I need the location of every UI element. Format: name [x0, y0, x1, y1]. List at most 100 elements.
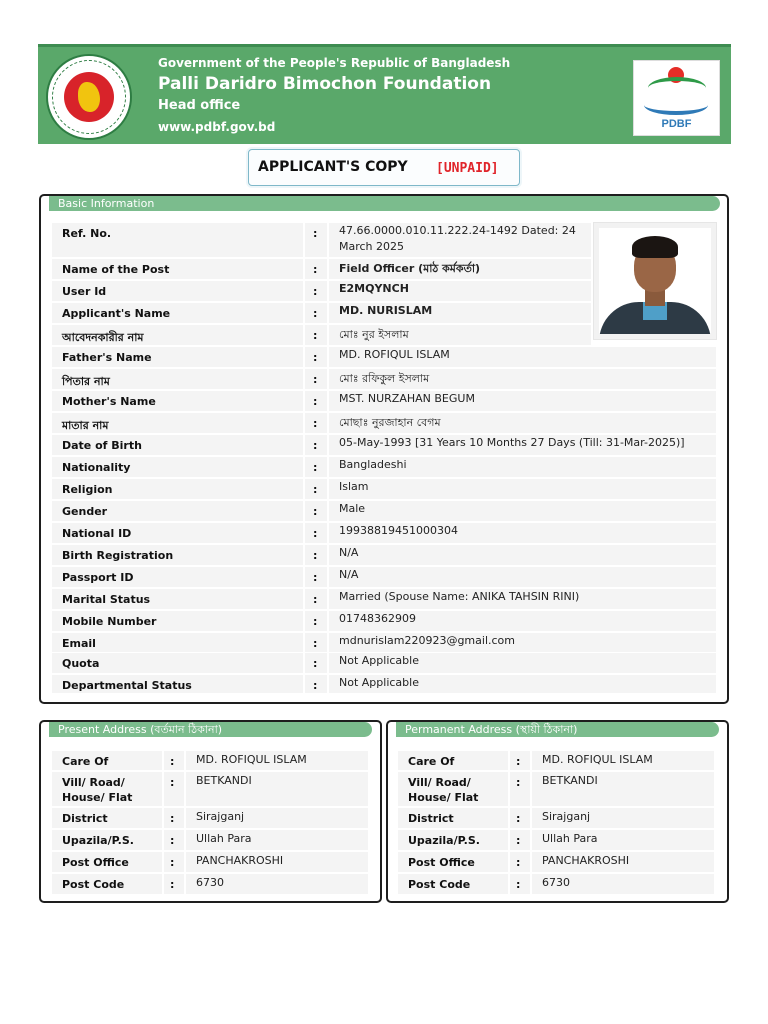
- info-row-colon: :: [313, 285, 318, 298]
- info-row-label: Date of Birth: [62, 439, 142, 452]
- info-row-value: মোছাঃ নুরজাহান বেগম: [339, 416, 441, 429]
- info-row-value-cell: [328, 566, 717, 588]
- info-row-label: Departmental Status: [62, 679, 192, 692]
- info-row-label: User Id: [62, 285, 107, 298]
- info-row-label: Birth Registration: [62, 549, 174, 562]
- info-row-colon: :: [313, 329, 318, 342]
- address-value: Ullah Para: [196, 832, 252, 845]
- info-row-label: National ID: [62, 527, 132, 540]
- address-value: 6730: [196, 876, 224, 889]
- info-row-colon: :: [313, 679, 318, 692]
- info-row-value: Islam: [339, 480, 369, 493]
- address-colon: :: [170, 812, 175, 825]
- address-colon: :: [516, 856, 521, 869]
- info-row-colon: :: [313, 657, 318, 670]
- info-row-value: MD. NURISLAM: [339, 304, 433, 317]
- address-colon: :: [516, 834, 521, 847]
- address-label-line2: House/ Flat: [408, 791, 479, 804]
- info-row-label: Father's Name: [62, 351, 152, 364]
- info-row-label: Name of the Post: [62, 263, 170, 276]
- address-colon: :: [516, 755, 521, 768]
- info-row-value: E2MQYNCH: [339, 282, 409, 295]
- website-link[interactable]: www.pdbf.gov.bd: [158, 120, 275, 134]
- info-row-value-line2: March 2025: [339, 240, 405, 253]
- address-colon: :: [170, 878, 175, 891]
- info-row-label: Quota: [62, 657, 100, 670]
- address-label: Upazila/P.S.: [62, 834, 134, 847]
- address-colon: :: [170, 755, 175, 768]
- permanent-address-title: Permanent Address (স্থায়ী ঠিকানা): [396, 722, 719, 737]
- info-row-value: 47.66.0000.010.11.222.24-1492 Dated: 24: [339, 224, 576, 237]
- pdbf-logo-icon: PDBF: [633, 60, 720, 136]
- applicant-photo: [593, 222, 717, 340]
- government-seal-icon: [46, 54, 132, 140]
- info-row-colon: :: [313, 351, 318, 364]
- info-row-value: mdnurislam220923@gmail.com: [339, 634, 515, 647]
- info-row-value: 01748362909: [339, 612, 416, 625]
- address-label: Care Of: [62, 755, 109, 768]
- info-row-colon: :: [313, 307, 318, 320]
- basic-information-title: Basic Information: [49, 196, 720, 211]
- info-row-value: Field Officer (মাঠ কর্মকর্তা): [339, 262, 481, 275]
- info-row-value: Not Applicable: [339, 676, 419, 689]
- address-label: Post Code: [62, 878, 125, 891]
- address-value: Sirajganj: [542, 810, 591, 823]
- info-row-colon: :: [313, 461, 318, 474]
- info-row-colon: :: [313, 571, 318, 584]
- info-row-label: Mobile Number: [62, 615, 157, 628]
- address-value: BETKANDI: [542, 774, 598, 787]
- info-row-label: Mother's Name: [62, 395, 156, 408]
- payment-status-badge: [UNPAID]: [436, 161, 499, 176]
- info-row-value: MD. ROFIQUL ISLAM: [339, 348, 450, 361]
- address-colon: :: [170, 856, 175, 869]
- photo-hair: [632, 236, 678, 258]
- info-row-value: MST. NURZAHAN BEGUM: [339, 392, 475, 405]
- info-row-value: মোঃ রফিকুল ইসলাম: [339, 372, 430, 385]
- info-row-colon: :: [313, 439, 318, 452]
- address-value: Ullah Para: [542, 832, 598, 845]
- info-row-value-cell: [328, 500, 717, 522]
- address-label: Upazila/P.S.: [408, 834, 480, 847]
- info-row-value-cell: [328, 478, 717, 500]
- address-colon: :: [516, 812, 521, 825]
- address-label: Post Office: [62, 856, 129, 869]
- applicant-copy-banner: APPLICANT'S COPY [UNPAID]: [248, 149, 520, 186]
- info-row-colon: :: [313, 417, 318, 430]
- info-row-colon: :: [313, 373, 318, 386]
- info-row-value: মোঃ নুর ইসলাম: [339, 328, 409, 341]
- info-row-colon: :: [313, 549, 318, 562]
- info-row-label: Email: [62, 637, 96, 650]
- address-label: District: [408, 812, 454, 825]
- address-label: Care Of: [408, 755, 455, 768]
- info-row-label: Nationality: [62, 461, 131, 474]
- government-title: Government of the People's Republic of B…: [158, 56, 511, 70]
- address-label: Post Code: [408, 878, 471, 891]
- address-value: 6730: [542, 876, 570, 889]
- info-row-label: Ref. No.: [62, 227, 112, 240]
- info-row-colon: :: [313, 505, 318, 518]
- info-row-colon: :: [313, 615, 318, 628]
- info-row-value: Not Applicable: [339, 654, 419, 667]
- info-row-label: Religion: [62, 483, 113, 496]
- info-row-value: Married (Spouse Name: ANIKA TAHSIN RINI): [339, 590, 580, 603]
- info-row-colon: :: [313, 637, 318, 650]
- address-value: MD. ROFIQUL ISLAM: [196, 753, 307, 766]
- address-label: Post Office: [408, 856, 475, 869]
- info-row-colon: :: [313, 483, 318, 496]
- info-row-value: 05-May-1993 [31 Years 10 Months 27 Days …: [339, 436, 685, 449]
- address-value: PANCHAKROSHI: [542, 854, 630, 867]
- copy-title: APPLICANT'S COPY: [258, 159, 408, 175]
- photo-frame: [599, 228, 711, 334]
- address-label: Vill/ Road/: [62, 776, 125, 789]
- address-colon: :: [516, 878, 521, 891]
- logo-text: PDBF: [661, 118, 692, 130]
- office-name: Head office: [158, 98, 241, 113]
- present-address-title: Present Address (বর্তমান ঠিকানা): [49, 722, 372, 737]
- info-row-value: 19938819451000304: [339, 524, 458, 537]
- address-label: Vill/ Road/: [408, 776, 471, 789]
- info-row-colon: :: [313, 263, 318, 276]
- info-row-label: Applicant's Name: [62, 307, 171, 320]
- header-banner: Government of the People's Republic of B…: [38, 44, 731, 144]
- info-row-value: Male: [339, 502, 366, 515]
- address-value: BETKANDI: [196, 774, 252, 787]
